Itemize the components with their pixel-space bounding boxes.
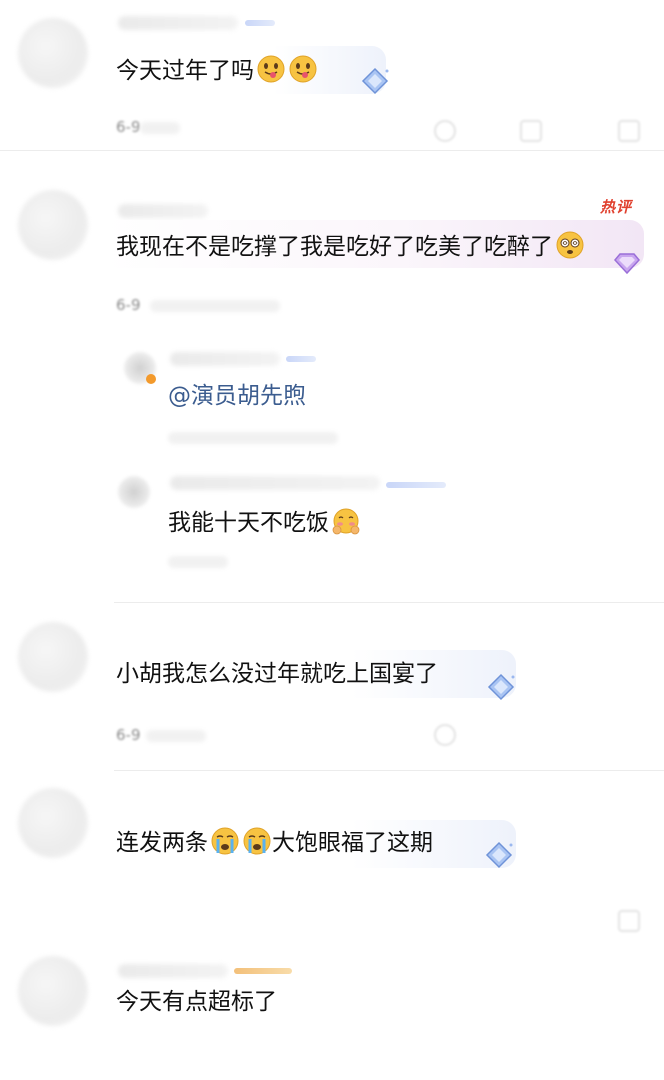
comment-text-content: 今天过年了吗: [116, 58, 254, 84]
comment-text: 连发两条 大饱眼福了这期: [116, 826, 433, 859]
avatar[interactable]: [18, 18, 88, 88]
diamond-icon: [485, 841, 513, 869]
blushing-hands-emoji: [332, 508, 360, 535]
comment-text-content: 我现在不是吃撑了我是吃好了吃美了吃醉了: [116, 234, 553, 260]
crying-face-emoji: [243, 827, 271, 855]
vip-badge: [386, 482, 446, 488]
reply-avatar[interactable]: [118, 476, 150, 508]
comment-item: 小胡我怎么没过年就吃上国宴了 6-9: [0, 610, 664, 770]
reply-mention[interactable]: @演员胡先煦: [168, 380, 306, 412]
comment-text: 今天过年了吗: [116, 54, 318, 87]
verified-badge: [146, 374, 156, 384]
username[interactable]: [118, 964, 228, 978]
comment-text: 小胡我怎么没过年就吃上国宴了: [116, 661, 438, 687]
comment-text: 今天有点超标了: [116, 989, 277, 1015]
username[interactable]: [118, 204, 208, 218]
tongue-out-emoji: [257, 55, 285, 83]
comment-item: 热评 我现在不是吃撑了我是吃好了吃美了吃醉了 6-9 @演员胡先煦 我能十天不吃…: [0, 170, 664, 610]
avatar[interactable]: [18, 622, 88, 692]
comment-meta: [146, 730, 206, 742]
avatar[interactable]: [18, 788, 88, 858]
like-icon[interactable]: [618, 910, 640, 932]
diamond-icon: [487, 673, 515, 701]
comment-item: 连发两条 大饱眼福了这期: [0, 780, 664, 950]
reply-username[interactable]: [170, 476, 380, 490]
divider: [114, 602, 664, 603]
avatar[interactable]: [18, 956, 88, 1026]
purple-diamond-icon: [614, 253, 640, 275]
reply-text-content: 我能十天不吃饭: [168, 510, 329, 536]
reply-username[interactable]: [170, 352, 280, 366]
comment-meta: [150, 300, 280, 312]
avatar[interactable]: [18, 190, 88, 260]
share-icon[interactable]: [434, 724, 456, 746]
comment-date: 6-9: [116, 726, 141, 744]
comment-text-before: 连发两条: [116, 830, 208, 856]
comment-text-after: 大饱眼福了这期: [272, 830, 433, 856]
reply-meta: [168, 432, 338, 444]
reply-meta: [168, 556, 228, 568]
vip-badge: [234, 968, 292, 974]
divider: [0, 150, 664, 151]
tongue-out-emoji: [289, 55, 317, 83]
divider: [114, 770, 664, 771]
diamond-icon: [361, 67, 389, 95]
dizzy-face-emoji: [556, 231, 584, 259]
comment-feed: 今天过年了吗 6-9 热评 我现在不是吃撑了我是吃好了吃美了吃醉了 6-9 @演…: [0, 0, 664, 1080]
comment-date: 6-9: [116, 118, 141, 136]
comment-text: 我现在不是吃撑了我是吃好了吃美了吃醉了: [116, 230, 585, 263]
username[interactable]: [118, 16, 238, 30]
reply-icon[interactable]: [520, 120, 542, 142]
comment-meta: [140, 122, 180, 134]
comment-item: 今天有点超标了: [0, 950, 664, 1080]
hot-comment-badge: 热评: [600, 198, 633, 216]
vip-badge: [245, 20, 275, 26]
comment-item: 今天过年了吗 6-9: [0, 0, 664, 150]
like-icon[interactable]: [618, 120, 640, 142]
share-icon[interactable]: [434, 120, 456, 142]
reply-text: 我能十天不吃饭: [168, 506, 361, 539]
vip-badge: [286, 356, 316, 362]
comment-date: 6-9: [116, 296, 141, 314]
crying-face-emoji: [211, 827, 239, 855]
